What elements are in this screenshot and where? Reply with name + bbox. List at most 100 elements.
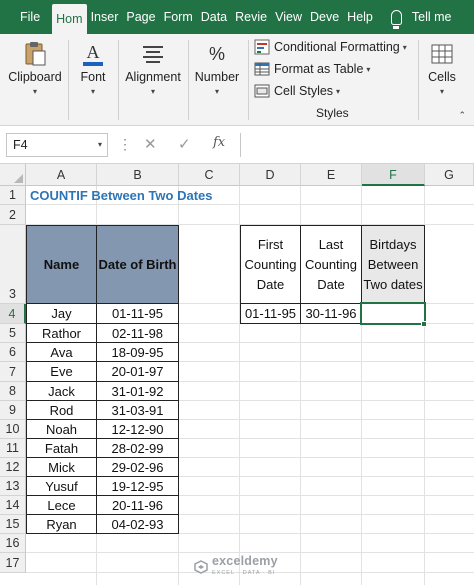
- tab-insert[interactable]: Inser: [87, 0, 123, 34]
- tab-page-layout[interactable]: Page: [122, 0, 159, 34]
- column-header-g[interactable]: G: [425, 164, 474, 186]
- active-cell-selection[interactable]: [360, 302, 426, 325]
- column-header-d[interactable]: D: [240, 164, 301, 186]
- dob-cell[interactable]: 20-11-96: [96, 495, 179, 515]
- dob-cell[interactable]: 31-01-92: [96, 381, 179, 401]
- tell-me-lightbulb-icon[interactable]: [377, 0, 408, 34]
- dob-cell[interactable]: 02-11-98: [96, 323, 179, 343]
- name-cell[interactable]: Rod: [26, 400, 97, 420]
- cancel-icon[interactable]: ✕: [144, 135, 157, 153]
- collapse-ribbon-chevron-up-icon[interactable]: ⌃: [458, 110, 466, 121]
- formula-bar: F4 ▾ ⋮ ✕ ✓ fx: [0, 126, 474, 164]
- clipboard-chevron-down-icon[interactable]: ▾: [4, 87, 66, 96]
- format-as-table-button[interactable]: Format as Table ▾: [254, 58, 414, 80]
- row-header-6[interactable]: 6: [0, 343, 26, 362]
- tab-home[interactable]: Hom: [52, 4, 87, 34]
- table-header-name[interactable]: Name: [26, 225, 97, 304]
- last-counting-date-cell[interactable]: 30-11-96: [300, 303, 362, 324]
- enter-check-icon[interactable]: ✓: [178, 135, 191, 153]
- row-header-5[interactable]: 5: [0, 324, 26, 343]
- column-header-c[interactable]: C: [179, 164, 240, 186]
- dob-cell[interactable]: 01-11-95: [96, 303, 179, 324]
- tell-me-search[interactable]: Tell me: [408, 0, 456, 34]
- tab-review[interactable]: Revie: [231, 0, 271, 34]
- criteria-header-birthdays-between[interactable]: Birtdays Between Two dates: [361, 225, 425, 304]
- dob-cell[interactable]: 18-09-95: [96, 342, 179, 362]
- tab-formulas[interactable]: Form: [160, 0, 197, 34]
- tab-developer[interactable]: Deve: [306, 0, 343, 34]
- name-cell[interactable]: Rathor: [26, 323, 97, 343]
- alignment-chevron-down-icon[interactable]: ▾: [120, 87, 186, 96]
- font-group[interactable]: A Font ▾: [70, 34, 116, 126]
- row-header-4[interactable]: 4: [0, 304, 26, 324]
- number-group[interactable]: % Number ▾: [190, 34, 244, 126]
- clipboard-group[interactable]: Clipboard ▾: [4, 34, 66, 126]
- criteria-header-last-date[interactable]: Last Counting Date: [300, 225, 362, 304]
- dob-cell[interactable]: 20-01-97: [96, 361, 179, 382]
- row-header-8[interactable]: 8: [0, 382, 26, 401]
- dob-cell[interactable]: 29-02-96: [96, 457, 179, 477]
- criteria-header-first-date[interactable]: First Counting Date: [240, 225, 301, 304]
- row-header-16[interactable]: 16: [0, 534, 26, 553]
- name-cell[interactable]: Lece: [26, 495, 97, 515]
- name-cell[interactable]: Yusuf: [26, 476, 97, 496]
- alignment-group[interactable]: Alignment ▾: [120, 34, 186, 126]
- row-header-7[interactable]: 7: [0, 362, 26, 382]
- ribbon-home: Clipboard ▾ A Font ▾ Alignment ▾ % Numbe…: [0, 34, 474, 126]
- dob-cell[interactable]: 04-02-93: [96, 514, 179, 534]
- row-header-9[interactable]: 9: [0, 401, 26, 420]
- number-label: Number: [194, 70, 240, 84]
- dob-cell[interactable]: 12-12-90: [96, 419, 179, 439]
- column-header-f[interactable]: F: [362, 164, 425, 186]
- name-box[interactable]: F4 ▾: [6, 133, 108, 157]
- name-cell[interactable]: Jay: [26, 303, 97, 324]
- row-header-1[interactable]: 1: [0, 186, 26, 205]
- name-cell[interactable]: Ryan: [26, 514, 97, 534]
- row-header-11[interactable]: 11: [0, 439, 26, 458]
- alignment-label: Alignment: [125, 70, 181, 84]
- name-cell[interactable]: Noah: [26, 419, 97, 439]
- cell-styles-button[interactable]: Cell Styles ▾: [254, 80, 414, 102]
- column-header-e[interactable]: E: [301, 164, 362, 186]
- row-header-17[interactable]: 17: [0, 553, 26, 573]
- row-header-12[interactable]: 12: [0, 458, 26, 477]
- row-header-14[interactable]: 14: [0, 496, 26, 515]
- tab-view[interactable]: View: [271, 0, 306, 34]
- name-box-chevron-down-icon[interactable]: ▾: [98, 140, 102, 149]
- name-cell[interactable]: Fatah: [26, 438, 97, 458]
- sheet-title-cell[interactable]: COUNTIF Between Two Dates: [30, 186, 213, 205]
- font-chevron-down-icon[interactable]: ▾: [70, 87, 116, 96]
- insert-function-fx-icon[interactable]: fx: [213, 135, 225, 150]
- name-cell[interactable]: Eve: [26, 361, 97, 382]
- dob-cell[interactable]: 31-03-91: [96, 400, 179, 420]
- conditional-formatting-icon: [254, 39, 270, 55]
- number-chevron-down-icon[interactable]: ▾: [190, 87, 244, 96]
- worksheet-grid[interactable]: ABCDEFG 1 2 3 4 5 6 7 8 9 10 11 12 13 14 15 16 17 COUNTI…: [0, 164, 474, 585]
- select-all-corner[interactable]: [0, 164, 26, 186]
- conditional-formatting-button[interactable]: Conditional Formatting ▾: [254, 36, 414, 58]
- tab-data[interactable]: Data: [197, 0, 231, 34]
- tab-file[interactable]: File: [0, 0, 52, 34]
- cells-grid-icon: [431, 44, 453, 64]
- table-header-date-of-birth[interactable]: Date of Birth: [96, 225, 179, 304]
- row-header-13[interactable]: 13: [0, 477, 26, 496]
- fill-handle[interactable]: [421, 321, 427, 327]
- column-header-a[interactable]: A: [26, 164, 97, 186]
- cells-chevron-down-icon[interactable]: ▾: [420, 87, 464, 96]
- tab-help[interactable]: Help: [343, 0, 377, 34]
- row-header-2[interactable]: 2: [0, 205, 26, 225]
- ribbon-divider: [118, 40, 119, 120]
- column-header-b[interactable]: B: [97, 164, 179, 186]
- cells-group[interactable]: Cells ▾: [420, 34, 464, 126]
- name-cell[interactable]: Mick: [26, 457, 97, 477]
- name-cell[interactable]: Jack: [26, 381, 97, 401]
- row-header-10[interactable]: 10: [0, 420, 26, 439]
- dob-cell[interactable]: 28-02-99: [96, 438, 179, 458]
- first-counting-date-cell[interactable]: 01-11-95: [240, 303, 301, 324]
- row-header-3[interactable]: 3: [0, 225, 26, 304]
- formula-bar-resize-dots-icon[interactable]: ⋮: [118, 136, 132, 153]
- formula-input[interactable]: [240, 133, 474, 157]
- name-cell[interactable]: Ava: [26, 342, 97, 362]
- row-header-15[interactable]: 15: [0, 515, 26, 534]
- dob-cell[interactable]: 19-12-95: [96, 476, 179, 496]
